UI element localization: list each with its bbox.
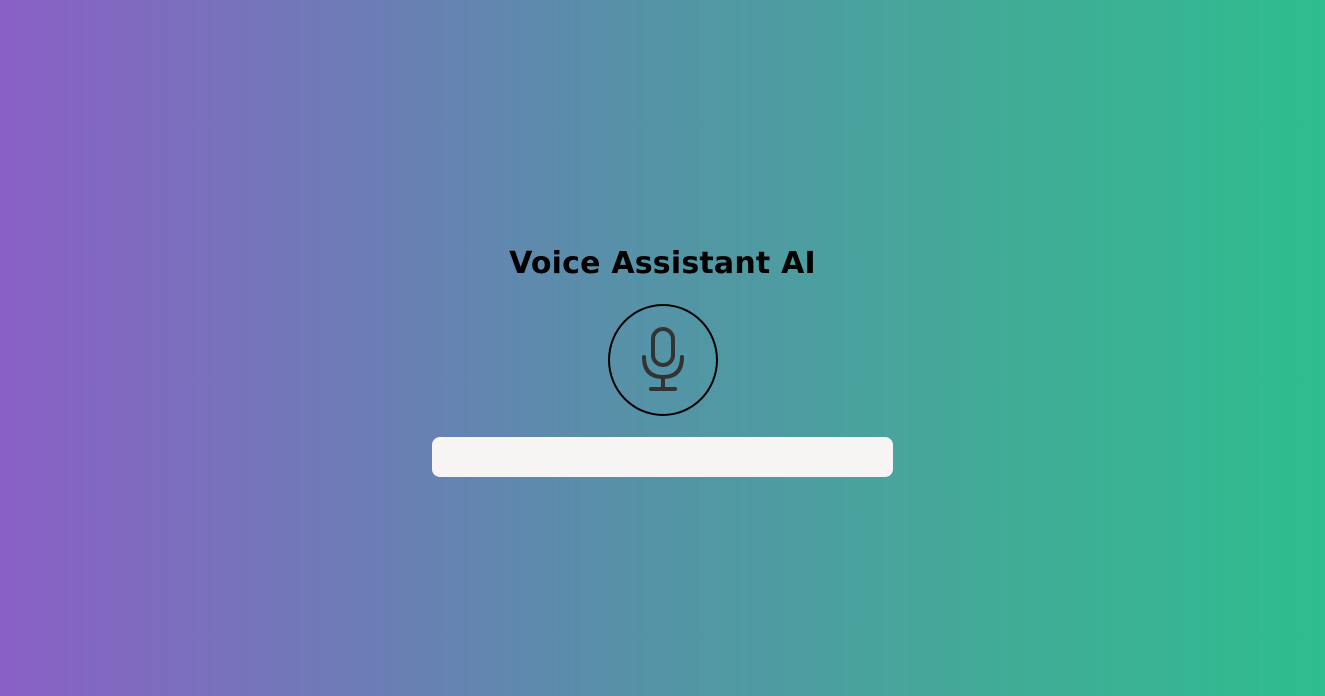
microphone-icon (641, 327, 685, 393)
page-title: Voice Assistant AI (509, 246, 816, 281)
voice-assistant-app: Voice Assistant AI (0, 0, 1325, 696)
transcript-field[interactable] (432, 437, 893, 477)
microphone-button[interactable] (608, 304, 718, 416)
